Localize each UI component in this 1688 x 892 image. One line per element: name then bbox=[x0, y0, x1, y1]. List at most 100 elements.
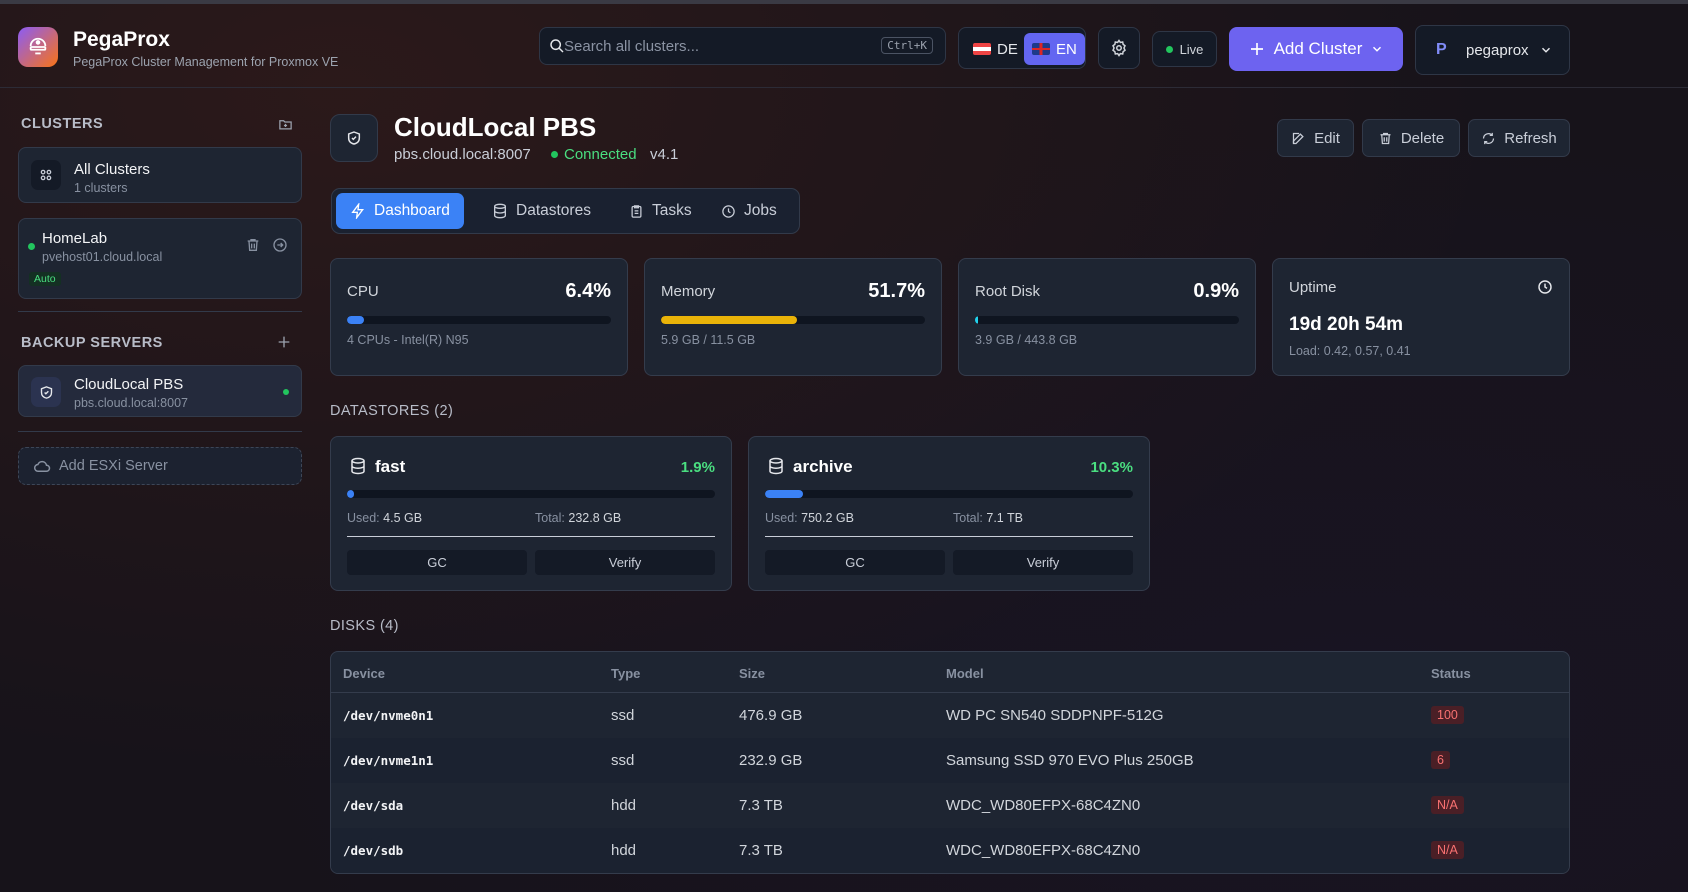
disk-device: /dev/sda bbox=[343, 798, 404, 813]
uk-flag-icon bbox=[1032, 43, 1050, 55]
disks-table: Device Type Size Model Status /dev/nvme0… bbox=[330, 651, 1570, 874]
database-icon bbox=[494, 203, 506, 219]
datastore-total: Total: 7.1 TB bbox=[953, 511, 1023, 525]
tab-jobs-label: Jobs bbox=[744, 202, 777, 219]
live-status-dot bbox=[1165, 45, 1173, 53]
datastore-progress-fill bbox=[347, 490, 354, 498]
live-label: Live bbox=[1179, 41, 1204, 57]
table-row[interactable]: /dev/nvme0n1 ssd 476.9 GB WD PC SN540 SD… bbox=[331, 693, 1569, 738]
gc-button[interactable]: GC bbox=[765, 550, 945, 575]
refresh-button[interactable]: Refresh bbox=[1468, 119, 1570, 157]
all-clusters-item[interactable]: All Clusters 1 clusters bbox=[18, 147, 302, 203]
datastore-card-archive: archive 10.3% Used: 750.2 GB Total: 7.1 … bbox=[748, 436, 1150, 591]
backup-server-item[interactable]: CloudLocal PBS pbs.cloud.local:8007 bbox=[18, 365, 302, 417]
datastore-name: archive bbox=[793, 457, 853, 476]
shield-icon bbox=[347, 131, 361, 145]
edit-button[interactable]: Edit bbox=[1277, 119, 1354, 157]
backup-server-name: CloudLocal PBS bbox=[74, 376, 184, 393]
datastore-divider bbox=[765, 536, 1133, 537]
arrow-right-circle-icon[interactable] bbox=[272, 237, 288, 253]
cluster-host: pvehost01.cloud.local bbox=[42, 250, 163, 264]
lang-de-button[interactable]: DE bbox=[965, 33, 1026, 65]
add-folder-icon[interactable] bbox=[278, 117, 293, 132]
tab-dashboard[interactable]: Dashboard bbox=[336, 193, 464, 229]
plus-icon[interactable] bbox=[276, 334, 292, 350]
lang-en-button[interactable]: EN bbox=[1024, 33, 1085, 65]
disk-size: 7.3 TB bbox=[739, 797, 783, 814]
total-label: Total: bbox=[535, 511, 565, 525]
page-title: CloudLocal PBS bbox=[394, 112, 597, 142]
disks-heading: DISKS (4) bbox=[330, 618, 399, 634]
tab-datastores[interactable]: Datastores bbox=[478, 193, 605, 229]
user-menu[interactable]: P pegaprox bbox=[1415, 25, 1570, 75]
lang-de-label: DE bbox=[997, 40, 1018, 58]
datastore-card-fast: fast 1.9% Used: 4.5 GB Total: 232.8 GB G… bbox=[330, 436, 732, 591]
column-header-size: Size bbox=[739, 666, 766, 681]
austria-flag-icon bbox=[973, 43, 991, 55]
disk-device: /dev/sdb bbox=[343, 843, 404, 858]
load-average: Load: 0.42, 0.57, 0.41 bbox=[1289, 344, 1411, 358]
root-disk-details: 3.9 GB / 443.8 GB bbox=[975, 333, 1078, 347]
datastore-usage-percent: 1.9% bbox=[680, 459, 715, 476]
add-esxi-label: Add ESXi Server bbox=[59, 458, 168, 474]
disk-device: /dev/nvme0n1 bbox=[343, 708, 434, 723]
sidebar-divider bbox=[18, 431, 302, 432]
root-disk-progress-fill bbox=[975, 316, 978, 324]
used-value: 4.5 GB bbox=[383, 511, 423, 525]
table-row[interactable]: /dev/sda hdd 7.3 TB WDC_WD80EFPX-68C4ZN0… bbox=[331, 783, 1569, 828]
uptime-stat-card: Uptime 19d 20h 54m Load: 0.42, 0.57, 0.4… bbox=[1272, 258, 1570, 376]
tab-tasks[interactable]: Tasks bbox=[615, 193, 706, 229]
total-label: Total: bbox=[953, 511, 983, 525]
trash-icon[interactable] bbox=[245, 237, 261, 253]
edit-icon bbox=[1292, 132, 1304, 144]
chevron-down-icon bbox=[1373, 46, 1382, 52]
disk-type: ssd bbox=[611, 752, 635, 769]
root-disk-stat-card: Root Disk 0.9% 3.9 GB / 443.8 GB bbox=[958, 258, 1256, 376]
root-disk-label: Root Disk bbox=[975, 283, 1041, 300]
memory-progress-fill bbox=[661, 316, 798, 324]
memory-progress-bar bbox=[661, 316, 925, 324]
add-cluster-button[interactable]: Add Cluster bbox=[1229, 27, 1403, 71]
live-indicator[interactable]: Live bbox=[1152, 31, 1217, 67]
backup-server-host: pbs.cloud.local:8007 bbox=[74, 396, 188, 410]
pegaprox-logo[interactable] bbox=[18, 27, 58, 67]
disk-model: WDC_WD80EFPX-68C4ZN0 bbox=[946, 797, 1141, 814]
datastore-progress-bar bbox=[765, 490, 1133, 498]
cluster-item-homelab[interactable]: HomeLab pvehost01.cloud.local Auto bbox=[18, 218, 302, 299]
all-clusters-count: 1 clusters bbox=[74, 181, 128, 195]
datastore-used: Used: 750.2 GB bbox=[765, 511, 854, 525]
used-label: Used: bbox=[347, 511, 380, 525]
database-icon bbox=[351, 457, 365, 475]
auto-badge: Auto bbox=[29, 272, 61, 286]
disk-status-badge: 6 bbox=[1431, 751, 1450, 769]
disk-device: /dev/nvme1n1 bbox=[343, 753, 434, 768]
settings-button[interactable] bbox=[1098, 27, 1140, 69]
cpu-progress-bar bbox=[347, 316, 611, 324]
delete-button[interactable]: Delete bbox=[1362, 119, 1460, 157]
datastore-used: Used: 4.5 GB bbox=[347, 511, 422, 525]
cpu-details: 4 CPUs - Intel(R) N95 bbox=[347, 333, 469, 347]
server-logo-icon bbox=[29, 37, 47, 55]
disk-size: 232.9 GB bbox=[739, 752, 803, 769]
memory-stat-card: Memory 51.7% 5.9 GB / 11.5 GB bbox=[644, 258, 942, 376]
clusters-heading: CLUSTERS bbox=[21, 116, 104, 132]
verify-button[interactable]: Verify bbox=[535, 550, 715, 575]
add-cluster-label: Add Cluster bbox=[1273, 39, 1363, 58]
avatar: P bbox=[1436, 41, 1447, 58]
search-box[interactable]: Search all clusters... Ctrl+K bbox=[539, 27, 946, 65]
gc-button[interactable]: GC bbox=[347, 550, 527, 575]
verify-button[interactable]: Verify bbox=[953, 550, 1133, 575]
search-input[interactable]: Search all clusters... bbox=[564, 38, 699, 55]
add-esxi-server-button[interactable]: Add ESXi Server bbox=[18, 447, 302, 485]
backup-server-status-dot bbox=[283, 389, 289, 395]
tab-jobs[interactable]: Jobs bbox=[707, 193, 791, 229]
memory-details: 5.9 GB / 11.5 GB bbox=[661, 333, 756, 347]
root-disk-progress-bar bbox=[975, 316, 1239, 324]
table-row[interactable]: /dev/nvme1n1 ssd 232.9 GB Samsung SSD 97… bbox=[331, 738, 1569, 783]
database-icon bbox=[769, 457, 783, 475]
connection-status: Connected bbox=[551, 146, 637, 163]
table-row[interactable]: /dev/sdb hdd 7.3 TB WDC_WD80EFPX-68C4ZN0… bbox=[331, 828, 1569, 873]
column-header-status: Status bbox=[1431, 666, 1471, 681]
shield-icon bbox=[31, 377, 61, 407]
delete-label: Delete bbox=[1400, 129, 1445, 147]
